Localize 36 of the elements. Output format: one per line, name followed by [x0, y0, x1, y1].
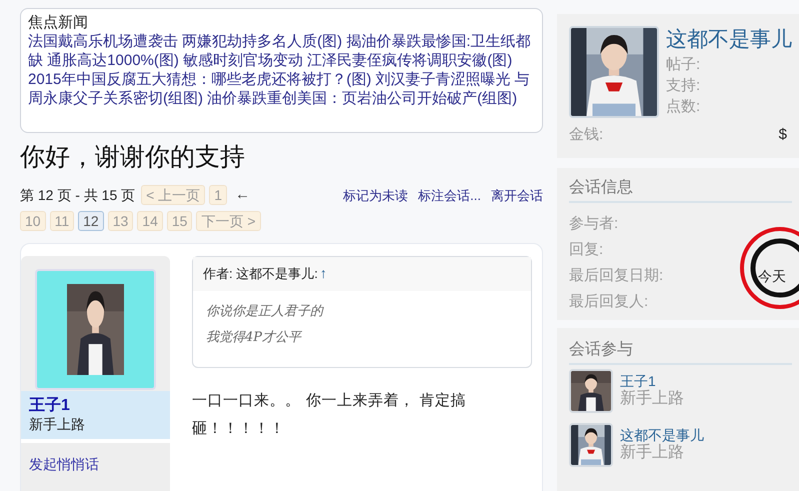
money-value: $ [778, 125, 787, 145]
info-label: 最后回复人: [569, 292, 648, 312]
author-name[interactable]: 王子1 [29, 396, 162, 414]
avatar-frame[interactable] [569, 423, 613, 467]
quote-header: 作者: 这都不是事儿: [203, 264, 318, 283]
author-rank: 新手上路 [29, 414, 86, 432]
profile-name[interactable]: 这都不是事儿 [666, 26, 792, 54]
news-title: 焦点新闻 [28, 13, 89, 32]
participant-name[interactable]: 王子1 [620, 373, 656, 389]
action-link[interactable]: 标注会话... [418, 186, 481, 206]
participant-rank: 新手上路 [620, 443, 684, 463]
post-body: 一口一口来。。 你一上来弄着， 肯定搞砸！！！！！ [192, 390, 468, 438]
participant-name[interactable]: 这都不是事儿 [620, 427, 704, 443]
jump-arrow[interactable]: ← [235, 184, 250, 206]
whisper-link[interactable]: 发起悄悄话 [29, 454, 99, 472]
stat-label: 帖子: [666, 55, 700, 75]
quote-line: 你说你是正人君子的 [206, 302, 323, 320]
action-link[interactable]: 标记为未读 [343, 186, 408, 206]
stat-label: 支持: [666, 76, 700, 96]
page-button[interactable]: 12 [78, 210, 104, 230]
info-value: 今天 [758, 266, 786, 286]
news-headlines[interactable]: 法国戴高乐机场遭袭击 两嫌犯劫持多名人质(图) 揭油价暴跌最惨国:卫生纸都缺 通胀高达1000%(图) 敏感时刻官场变动 江泽民妻侄疯传将调职安徽(图) 2015年中国反腐五大猜想：哪些老虎还将被打？(图) 刘汉妻子青涩照曝光 与周永康父子关系密切(组图) 油价暴跌重创美国：页岩油公司开始破产(组图) [28, 32, 535, 108]
page-summary: 第 12 页 - 共 15 页 [20, 186, 136, 205]
section-title: 会话信息 [569, 177, 792, 203]
info-label: 最后回复日期: [569, 266, 664, 286]
action-link[interactable]: 离开会话 [491, 186, 543, 206]
section-title: 会话参与 [569, 339, 792, 365]
avatar-frame[interactable] [569, 369, 613, 413]
info-label: 参与者: [569, 214, 618, 234]
participant-rank: 新手上路 [620, 389, 684, 409]
info-label: 回复: [569, 240, 604, 260]
stat-label: 点数: [666, 97, 700, 117]
conversation-title: 你好，谢谢你的支持 [20, 142, 246, 173]
money-label: 金钱: [569, 125, 604, 145]
quote-line: 我觉得4P才公平 [206, 328, 302, 346]
jump-link[interactable]: ↑ [320, 263, 327, 284]
